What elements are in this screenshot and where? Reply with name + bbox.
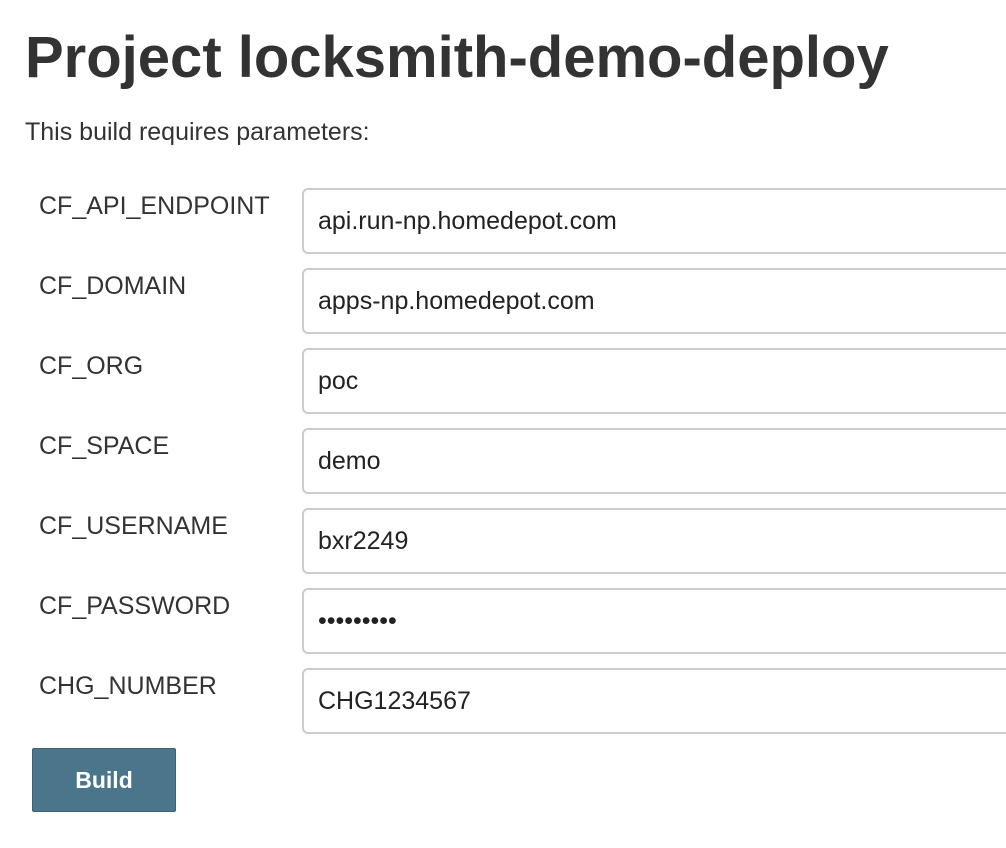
cf-org-input[interactable]: [302, 348, 1006, 414]
param-label-cf-org: CF_ORG: [39, 352, 144, 380]
param-label-cf-domain: CF_DOMAIN: [39, 272, 187, 300]
cf-api-endpoint-input[interactable]: [302, 188, 1006, 254]
param-row-cf-domain: CF_DOMAIN: [0, 268, 1006, 334]
param-row-cf-space: CF_SPACE: [0, 428, 1006, 494]
param-row-cf-password: CF_PASSWORD: [0, 588, 1006, 654]
page-title: Project locksmith-demo-deploy: [25, 25, 889, 90]
cf-space-input[interactable]: [302, 428, 1006, 494]
cf-domain-input[interactable]: [302, 268, 1006, 334]
param-label-cf-password: CF_PASSWORD: [39, 592, 231, 620]
build-button[interactable]: Build: [32, 748, 176, 812]
cf-username-input[interactable]: [302, 508, 1006, 574]
param-row-cf-api-endpoint: CF_API_ENDPOINT: [0, 188, 1006, 254]
param-label-cf-space: CF_SPACE: [39, 432, 170, 460]
param-label-cf-api-endpoint: CF_API_ENDPOINT: [39, 192, 270, 220]
cf-password-input[interactable]: [302, 588, 1006, 654]
page-subtitle: This build requires parameters:: [25, 118, 370, 146]
build-parameters-page: Project locksmith-demo-deploy This build…: [0, 0, 1006, 848]
param-label-chg-number: CHG_NUMBER: [39, 672, 217, 700]
param-row-cf-username: CF_USERNAME: [0, 508, 1006, 574]
param-label-cf-username: CF_USERNAME: [39, 512, 228, 540]
param-row-cf-org: CF_ORG: [0, 348, 1006, 414]
chg-number-input[interactable]: [302, 668, 1006, 734]
param-row-chg-number: CHG_NUMBER: [0, 668, 1006, 734]
